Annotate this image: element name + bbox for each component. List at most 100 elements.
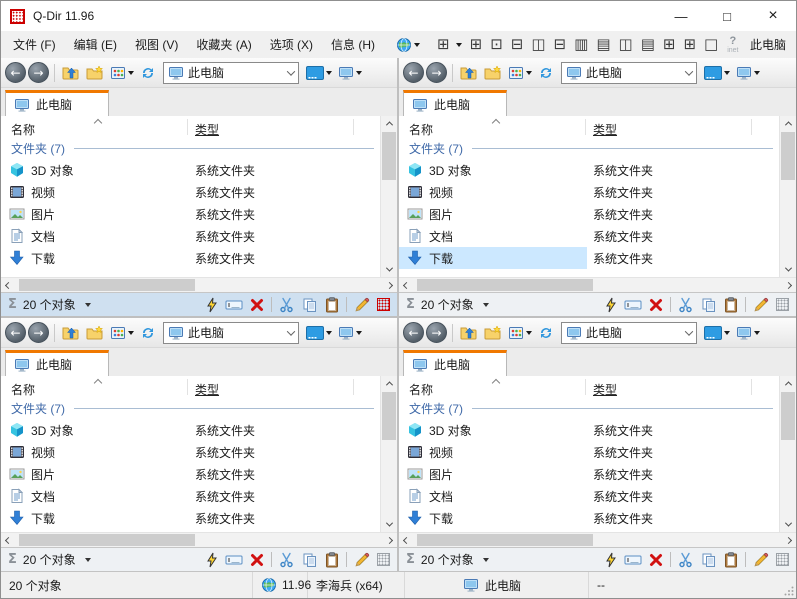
back-button[interactable]: ← — [5, 322, 26, 343]
layout-icon-4[interactable]: ⊟ — [550, 37, 571, 52]
address-combobox[interactable]: 此电脑 — [163, 321, 299, 344]
active-pane-indicator[interactable] — [377, 298, 390, 311]
paste-button[interactable] — [325, 551, 339, 568]
column-divider[interactable] — [353, 379, 354, 395]
computer-button[interactable] — [734, 322, 762, 344]
edit-button[interactable] — [354, 297, 370, 313]
quick-action-button[interactable] — [605, 552, 617, 568]
menu-item-2[interactable]: 视图 (V) — [126, 31, 187, 58]
cut-button[interactable] — [279, 552, 295, 568]
rename-button[interactable] — [624, 553, 642, 567]
file-row[interactable]: 文档 系统文件夹 — [399, 225, 779, 247]
refresh-button[interactable] — [138, 62, 158, 84]
scroll-left-button[interactable] — [399, 278, 414, 292]
pane-object-count[interactable]: 20 个对象 — [421, 551, 474, 568]
file-row[interactable]: 3D 对象 系统文件夹 — [1, 159, 380, 181]
column-divider[interactable] — [751, 379, 752, 395]
file-row[interactable]: 文档 系统文件夹 — [1, 485, 380, 507]
copy-button[interactable] — [302, 552, 318, 568]
cut-button[interactable] — [678, 552, 694, 568]
address-combobox[interactable]: 此电脑 — [561, 61, 697, 84]
layout-icon-11[interactable]: □ — [700, 37, 722, 52]
paste-button[interactable] — [724, 296, 738, 313]
desktop-button[interactable] — [304, 322, 334, 344]
minimize-button[interactable]: — — [658, 1, 704, 31]
column-header-type[interactable]: 类型 — [195, 381, 219, 398]
view-mode-button[interactable] — [506, 322, 534, 344]
group-header[interactable]: 文件夹 (7) — [399, 138, 779, 159]
layout-icon-5[interactable]: ▥ — [570, 37, 592, 52]
computer-button[interactable] — [336, 62, 364, 84]
file-row[interactable]: 图片 系统文件夹 — [1, 203, 380, 225]
column-header-name[interactable]: 名称 — [409, 121, 433, 138]
file-row[interactable]: 下载 系统文件夹 — [399, 507, 779, 529]
scroll-down-button[interactable] — [780, 262, 796, 277]
edit-button[interactable] — [753, 552, 769, 568]
delete-button[interactable] — [649, 298, 663, 312]
column-divider[interactable] — [585, 119, 586, 135]
back-button[interactable]: ← — [5, 62, 26, 83]
file-row[interactable]: 视频 系统文件夹 — [399, 441, 779, 463]
new-folder-button[interactable] — [84, 62, 106, 84]
edit-button[interactable] — [753, 297, 769, 313]
vertical-scrollbar[interactable] — [380, 376, 397, 532]
horizontal-scroll-thumb[interactable] — [19, 534, 195, 546]
view-mode-button[interactable] — [506, 62, 534, 84]
file-row[interactable]: 视频 系统文件夹 — [399, 181, 779, 203]
pane-object-count[interactable]: 20 个对象 — [23, 551, 76, 568]
column-divider[interactable] — [187, 119, 188, 135]
forward-button[interactable]: → — [28, 62, 49, 83]
forward-button[interactable]: → — [426, 322, 447, 343]
scroll-up-button[interactable] — [381, 376, 397, 391]
vertical-scrollbar[interactable] — [779, 116, 796, 277]
desktop-button[interactable] — [702, 322, 732, 344]
delete-button[interactable] — [649, 553, 663, 567]
rename-button[interactable] — [225, 553, 243, 567]
file-row[interactable]: 3D 对象 系统文件夹 — [1, 419, 380, 441]
layout-icon-10[interactable]: ⊞ — [679, 37, 700, 52]
horizontal-scrollbar[interactable] — [1, 532, 397, 547]
edit-button[interactable] — [354, 552, 370, 568]
group-header[interactable]: 文件夹 (7) — [1, 138, 380, 159]
copy-button[interactable] — [701, 552, 717, 568]
new-folder-button[interactable] — [482, 62, 504, 84]
tab-this-pc[interactable]: 此电脑 — [403, 90, 507, 116]
layout-icon-7[interactable]: ◫ — [615, 37, 637, 52]
vertical-scroll-thumb[interactable] — [382, 132, 396, 180]
computer-button[interactable] — [734, 62, 762, 84]
forward-button[interactable]: → — [426, 62, 447, 83]
back-button[interactable]: ← — [403, 322, 424, 343]
column-header-type[interactable]: 类型 — [593, 381, 617, 398]
quick-action-button[interactable] — [605, 297, 617, 313]
column-header-type[interactable]: 类型 — [593, 121, 617, 138]
column-divider[interactable] — [585, 379, 586, 395]
horizontal-scrollbar[interactable] — [399, 277, 796, 292]
group-header[interactable]: 文件夹 (7) — [399, 398, 779, 419]
file-row[interactable]: 文档 系统文件夹 — [399, 485, 779, 507]
column-divider[interactable] — [353, 119, 354, 135]
delete-button[interactable] — [250, 553, 264, 567]
menu-item-5[interactable]: 信息 (H) — [322, 31, 384, 58]
layout-main-button[interactable]: ⊞ — [429, 31, 466, 58]
desktop-button[interactable] — [702, 62, 732, 84]
language-globe-button[interactable] — [387, 31, 429, 58]
layout-icon-0[interactable]: ⊞ — [466, 37, 487, 52]
file-row[interactable]: 下载 系统文件夹 — [1, 247, 380, 269]
inet-help-button[interactable]: ? inet — [727, 35, 738, 54]
new-folder-button[interactable] — [84, 322, 106, 344]
vertical-scrollbar[interactable] — [779, 376, 796, 532]
menu-item-4[interactable]: 选项 (X) — [261, 31, 322, 58]
file-row[interactable]: 图片 系统文件夹 — [1, 463, 380, 485]
desktop-button[interactable] — [304, 62, 334, 84]
horizontal-scroll-thumb[interactable] — [19, 279, 195, 291]
parent-folder-button[interactable] — [458, 62, 480, 84]
parent-folder-button[interactable] — [458, 322, 480, 344]
copy-button[interactable] — [701, 297, 717, 313]
file-row[interactable]: 视频 系统文件夹 — [1, 181, 380, 203]
column-header-name[interactable]: 名称 — [11, 381, 35, 398]
count-dropdown-arrow[interactable] — [84, 557, 91, 562]
vertical-scroll-thumb[interactable] — [382, 392, 396, 440]
paste-button[interactable] — [724, 551, 738, 568]
pane-object-count[interactable]: 20 个对象 — [421, 296, 474, 313]
scroll-left-button[interactable] — [399, 533, 414, 547]
